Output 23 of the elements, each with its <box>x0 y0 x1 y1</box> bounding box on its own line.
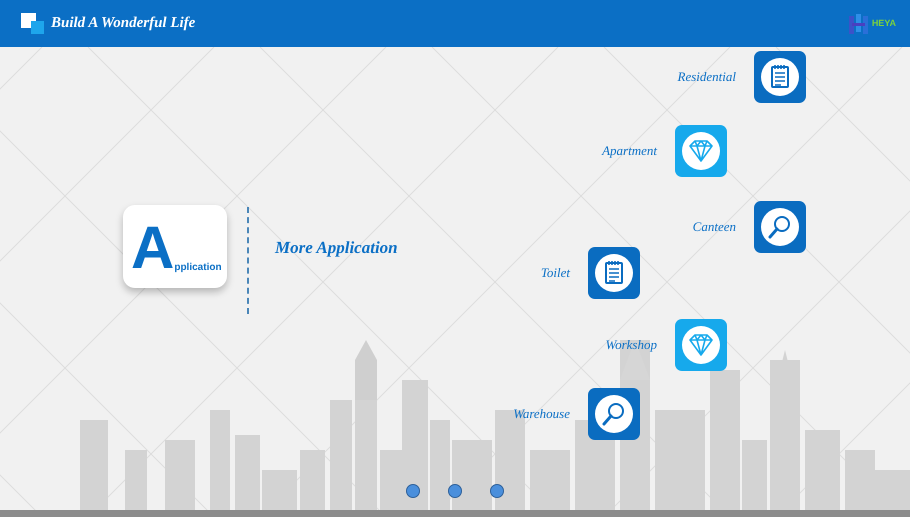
item-label: Toilet <box>540 264 570 282</box>
card-label: pplication <box>174 262 222 274</box>
header-title: Build A Wonderful Life <box>51 14 196 34</box>
item-label: Apartment <box>602 142 657 160</box>
app-tile[interactable] <box>754 51 806 103</box>
section-heading: More Application <box>275 237 398 259</box>
app-tile[interactable] <box>588 388 640 440</box>
search-icon <box>761 208 799 246</box>
item-label: Workshop <box>605 336 657 354</box>
app-tile[interactable] <box>675 125 727 177</box>
app-tile[interactable] <box>588 247 640 299</box>
item-label: Canteen <box>692 218 736 236</box>
initial-letter: A <box>131 222 174 274</box>
logo-text: HEYA <box>872 16 896 30</box>
logo-icon <box>848 12 870 34</box>
app-tile[interactable] <box>754 201 806 253</box>
item-label: Warehouse <box>513 405 570 423</box>
app-tile[interactable] <box>675 319 727 371</box>
search-icon <box>595 395 633 433</box>
notepad-icon <box>595 254 633 292</box>
notepad-icon <box>761 58 799 96</box>
squares-icon <box>21 12 45 34</box>
item-label: Residential <box>678 68 736 86</box>
